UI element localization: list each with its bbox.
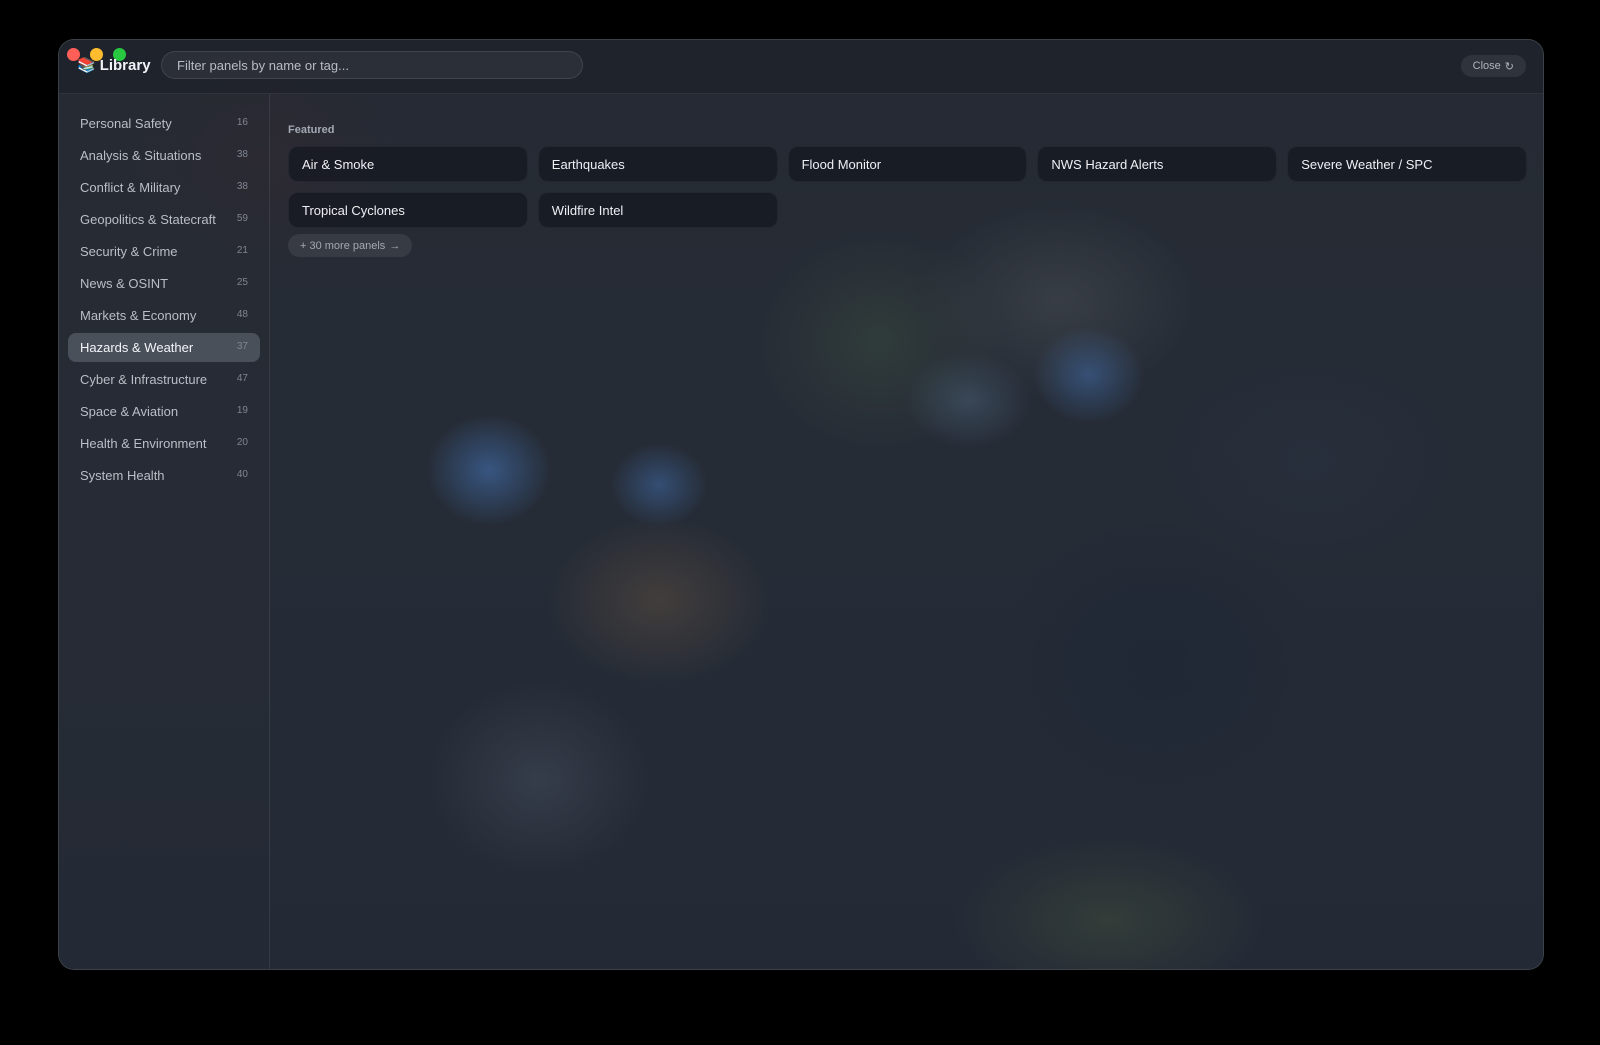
sidebar-item-security-crime[interactable]: Security & Crime 21	[68, 237, 260, 266]
sidebar-item-conflict-military[interactable]: Conflict & Military 38	[68, 173, 260, 202]
sidebar-item-geopolitics-statecraft[interactable]: Geopolitics & Statecraft 59	[68, 205, 260, 234]
sidebar-item-label: Space & Aviation	[80, 404, 179, 419]
panel-card[interactable]: Tropical Cyclones	[288, 192, 528, 228]
sidebar-item-markets-economy[interactable]: Markets & Economy 48	[68, 301, 260, 330]
sidebar-item-count: 21	[236, 245, 248, 256]
sidebar-item-space-aviation[interactable]: Space & Aviation 19	[68, 397, 260, 426]
sidebar-item-count: 37	[236, 341, 248, 352]
sidebar-item-label: Conflict & Military	[80, 180, 181, 195]
section-label-featured: Featured	[288, 124, 335, 136]
close-button[interactable]: Close ↻	[1460, 55, 1526, 77]
sidebar-item-label: System Health	[80, 468, 165, 483]
panel-card[interactable]: Earthquakes	[537, 146, 778, 182]
sidebar-item-count: 47	[236, 373, 248, 384]
category-sidebar: Personal Safety 16 Analysis & Situations 38…	[59, 94, 270, 969]
sidebar-item-count: 19	[236, 405, 248, 416]
sidebar-item-label: Hazards & Weather	[80, 340, 194, 355]
sidebar-item-label: News & OSINT	[80, 276, 169, 291]
sidebar-item-analysis-situations[interactable]: Analysis & Situations 38	[68, 141, 260, 170]
sidebar-item-label: Geopolitics & Statecraft	[80, 212, 216, 227]
library-brand: 📚 Library	[77, 57, 151, 74]
sidebar-item-personal-safety[interactable]: Personal Safety 16	[68, 109, 260, 138]
sidebar-item-cyber-infrastructure[interactable]: Cyber & Infrastructure 47	[68, 365, 260, 394]
arrow-right-icon: →	[389, 239, 401, 252]
sidebar-item-news-osint[interactable]: News & OSINT 25	[68, 269, 260, 298]
panel-card[interactable]: Severe Weather / SPC	[1287, 146, 1527, 182]
sidebar-item-count: 20	[236, 437, 248, 448]
sidebar-item-label: Analysis & Situations	[80, 148, 202, 163]
sidebar-item-count: 38	[236, 181, 248, 192]
filter-panels-input[interactable]	[161, 51, 583, 79]
sidebar-item-label: Cyber & Infrastructure	[80, 372, 208, 387]
panel-card[interactable]: NWS Hazard Alerts	[1037, 146, 1278, 182]
more-panels-button[interactable]: + 30 more panels →	[288, 234, 413, 257]
sidebar-item-count: 25	[236, 277, 248, 288]
sidebar-item-label: Personal Safety	[80, 116, 172, 131]
featured-panels-grid: Air & Smoke Earthquakes Flood Monitor NWS H…	[288, 146, 1527, 228]
title-bar: 📚 Library Close ↻	[59, 40, 1543, 94]
close-button-label: Close	[1472, 60, 1501, 72]
panel-card[interactable]: Wildfire Intel	[537, 192, 778, 228]
panel-card[interactable]: Air & Smoke	[288, 146, 528, 182]
sidebar-item-label: Security & Crime	[80, 244, 178, 259]
panel-card[interactable]: Flood Monitor	[787, 146, 1028, 182]
library-title: Library	[99, 57, 151, 74]
sidebar-item-label: Health & Environment	[80, 436, 207, 451]
sidebar-item-count: 59	[236, 213, 248, 224]
sidebar-item-count: 16	[236, 117, 248, 128]
sidebar-item-hazards-weather[interactable]: Hazards & Weather 37	[68, 333, 260, 362]
refresh-icon: ↻	[1504, 60, 1514, 73]
sidebar-item-health-environment[interactable]: Health & Environment 20	[68, 429, 260, 458]
library-window: 📚 Library Close ↻ Personal Safety 16 Analy…	[58, 39, 1544, 970]
main-content: Featured Air & Smoke Earthquakes Flood Mon…	[288, 94, 1527, 969]
category-list: Personal Safety 16 Analysis & Situations 38…	[59, 94, 269, 490]
sidebar-item-count: 48	[236, 309, 248, 320]
sidebar-item-label: Markets & Economy	[80, 308, 197, 323]
sidebar-item-count: 40	[236, 469, 248, 480]
sidebar-item-system-health[interactable]: System Health 40	[68, 461, 260, 490]
more-panels-label: + 30 more panels	[300, 239, 386, 252]
sidebar-item-count: 38	[236, 149, 248, 160]
books-icon: 📚	[77, 57, 96, 74]
